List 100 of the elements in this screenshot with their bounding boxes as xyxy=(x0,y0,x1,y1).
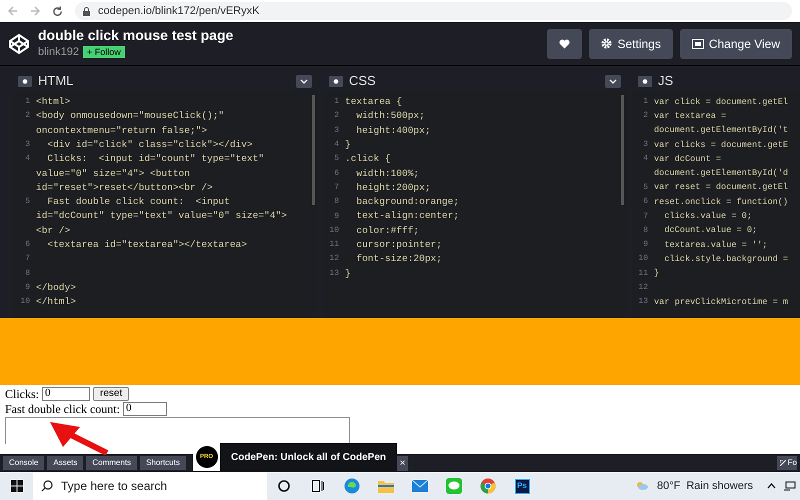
code-line: background:orange; xyxy=(355,195,460,210)
editor-title: CSS xyxy=(349,72,376,90)
code-line: width:100%; xyxy=(355,166,420,180)
line-number: 9 xyxy=(334,212,339,221)
line-number: 2 xyxy=(334,111,339,120)
code-line: Fast double click count: <input xyxy=(46,195,230,210)
line-number: 5 xyxy=(25,197,30,206)
panel-tab[interactable]: Shortcuts xyxy=(140,456,186,470)
folder-icon[interactable] xyxy=(378,479,394,493)
search-box[interactable]: Type here to search xyxy=(33,472,267,500)
code-line: var click = document.getEl xyxy=(654,96,788,109)
code-line: width:500px; xyxy=(355,109,425,124)
fast-count-label: Fast double click count: xyxy=(5,400,120,418)
line-number: 10 xyxy=(20,297,30,306)
editor-title: HTML xyxy=(38,72,74,90)
code-line: } xyxy=(654,267,660,280)
panel-tab[interactable]: Assets xyxy=(47,456,84,470)
line-number: 1 xyxy=(643,97,648,106)
circle-icon[interactable] xyxy=(278,480,290,492)
address-bar[interactable]: codepen.io/blink172/pen/vERyxK xyxy=(75,2,792,20)
line-number: 12 xyxy=(638,283,648,292)
panel-tab[interactable]: Comments xyxy=(86,456,138,470)
windows-start-icon[interactable] xyxy=(10,480,22,492)
line-number: 1 xyxy=(25,97,30,106)
change-view-button[interactable]: Change View xyxy=(680,28,792,58)
line-number: 2 xyxy=(25,111,30,120)
code-line: id="dcCount" type="text" value="0" size="4"> xyxy=(36,209,287,224)
line-number: 3 xyxy=(643,140,648,150)
line-number: 2 xyxy=(643,111,648,120)
reload-icon[interactable] xyxy=(52,6,63,16)
envelope-icon[interactable] xyxy=(412,480,428,492)
code-line: } xyxy=(345,138,351,152)
task-view-icon[interactable] xyxy=(312,480,324,492)
temperature-text: 80°F xyxy=(657,478,680,494)
line-number: 6 xyxy=(643,197,648,206)
code-line: height:200px; xyxy=(355,180,431,195)
code-line: document.getElementById('t xyxy=(654,124,788,138)
cube-logo-icon[interactable] xyxy=(8,32,30,54)
search-field[interactable]: Type here to search xyxy=(61,477,241,495)
code-line: textarea { xyxy=(345,95,402,110)
code-line: var reset = document.getEl xyxy=(654,181,788,194)
pen-title: double click mouse test page xyxy=(38,26,234,44)
line-number: 10 xyxy=(638,254,648,264)
chevron-up-icon[interactable] xyxy=(767,483,776,489)
code-line: click.style.background = xyxy=(663,252,788,266)
line-number: 5 xyxy=(643,182,648,192)
line-number: 13 xyxy=(329,268,339,278)
code-line: </html> xyxy=(36,295,76,310)
promo-banner: CodePen: Unlock all of CodePen xyxy=(220,443,397,471)
code-line: clicks.value = 0; xyxy=(663,210,752,223)
line-number: 7 xyxy=(334,182,339,192)
line-number: 4 xyxy=(334,140,339,150)
heart-button[interactable] xyxy=(547,28,582,58)
line-number: 4 xyxy=(25,154,30,164)
line-number: 11 xyxy=(638,268,648,278)
window-icon xyxy=(692,38,704,48)
code-line: value="0" size="4"> <button xyxy=(36,166,190,180)
code-line: var prevClickMicrotime = m xyxy=(654,296,788,309)
code-line: dcCount.value = 0; xyxy=(663,224,758,238)
author-name[interactable]: blink192 xyxy=(38,44,79,60)
code-line: <div id="click" class="click"></div> xyxy=(46,138,253,152)
url-text: codepen.io/blink172/pen/vERyxK xyxy=(98,4,260,19)
code-line: textarea.value = ''; xyxy=(663,238,768,252)
line-number: 1 xyxy=(334,97,339,106)
chrome-browser-icon[interactable] xyxy=(480,478,496,494)
line-number: 11 xyxy=(329,240,339,250)
lock-icon xyxy=(83,6,90,16)
fast-count-input[interactable]: 0 xyxy=(122,402,167,416)
code-line: reset.onclick = function() xyxy=(654,196,788,209)
weather-text: Rain showers xyxy=(686,478,753,494)
line-number: 10 xyxy=(329,226,339,235)
chevron-down-icon xyxy=(300,78,308,84)
follow-button[interactable]: + Follow xyxy=(82,46,125,58)
code-line: id="reset">reset</button><br /> xyxy=(36,180,213,195)
close-button[interactable]: × xyxy=(397,456,408,471)
line-number: 6 xyxy=(25,240,30,250)
code-line: <textarea id="textarea"></textarea> xyxy=(46,238,247,252)
collapse-button[interactable] xyxy=(296,74,312,88)
collapse-button[interactable] xyxy=(605,74,621,88)
code-line: .click { xyxy=(345,152,391,166)
panel-button[interactable]: Fo xyxy=(776,456,797,470)
edge-browser-icon[interactable] xyxy=(344,478,360,494)
arrows-icon xyxy=(780,460,786,466)
code-line: <body onmousedown="mouseClick();" xyxy=(36,109,224,124)
reset-button[interactable]: reset xyxy=(93,386,130,400)
line-number: 6 xyxy=(334,168,339,178)
line-number: 5 xyxy=(334,154,339,164)
settings-button[interactable]: Settings xyxy=(589,28,673,58)
photoshop-app-icon[interactable]: Ps xyxy=(514,478,530,494)
code-line: document.getElementById('d xyxy=(654,167,788,180)
heart-icon xyxy=(559,38,570,48)
device-icon[interactable] xyxy=(784,481,796,491)
line-number: 3 xyxy=(334,126,339,135)
panel-tab[interactable]: Console xyxy=(3,456,44,470)
clicks-input[interactable]: 0 xyxy=(42,386,90,400)
code-line: var dcCount = xyxy=(654,152,722,166)
code-line: cursor:pointer; xyxy=(355,238,442,252)
code-line: Clicks: <input id="count" type="text" xyxy=(46,152,264,166)
line-number: 9 xyxy=(25,283,30,292)
arrow-annotation xyxy=(50,420,110,455)
